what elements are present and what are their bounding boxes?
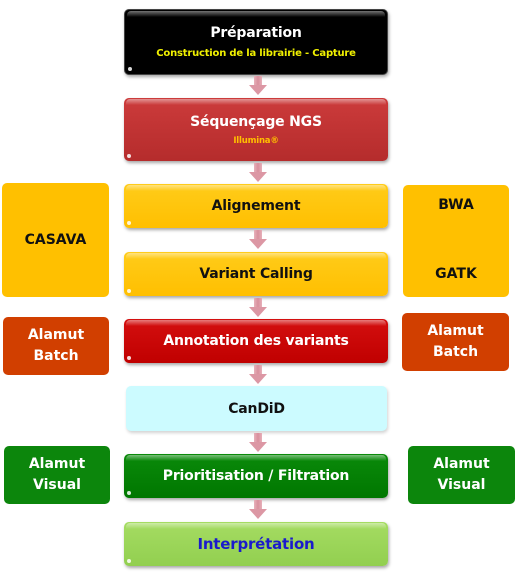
step-interpretation: Interprétation bbox=[124, 522, 388, 566]
tool-bwa-label: BWA bbox=[438, 197, 474, 213]
tool-alamut-visual-right: Alamut Visual bbox=[408, 446, 515, 504]
down-arrow-icon bbox=[249, 433, 267, 453]
step-preparation: Préparation Construction de la librairie… bbox=[124, 9, 388, 75]
down-arrow-icon bbox=[249, 298, 267, 318]
step-alignment: Alignement bbox=[124, 184, 388, 228]
tool-alamut-batch-left: Alamut Batch bbox=[3, 317, 109, 375]
step-variant-calling-title: Variant Calling bbox=[199, 266, 313, 282]
tool-label-line: Visual bbox=[437, 477, 486, 493]
step-preparation-title: Préparation bbox=[210, 25, 302, 41]
tool-casava-label: CASAVA bbox=[24, 231, 87, 248]
tool-label-line: Visual bbox=[33, 477, 81, 493]
tool-alamut-visual-left: Alamut Visual bbox=[4, 446, 110, 504]
step-prioritisation-title: Prioritisation / Filtration bbox=[162, 468, 350, 484]
tool-label-line: Alamut bbox=[433, 456, 490, 472]
down-arrow-icon bbox=[249, 163, 267, 183]
step-prioritisation: Prioritisation / Filtration bbox=[124, 454, 388, 498]
step-sequencing: Séquençage NGS Illumina® bbox=[124, 98, 388, 161]
step-annotation-title: Annotation des variants bbox=[163, 333, 349, 349]
step-sequencing-subtitle: Illumina® bbox=[233, 135, 279, 146]
step-variant-calling: Variant Calling bbox=[124, 252, 388, 296]
step-preparation-subtitle: Construction de la librairie - Capture bbox=[156, 48, 356, 59]
tool-gatk-label: GATK bbox=[435, 266, 477, 282]
step-sequencing-title: Séquençage NGS bbox=[190, 113, 322, 130]
step-alignment-title: Alignement bbox=[211, 198, 301, 214]
tool-label-line: Alamut bbox=[27, 327, 85, 343]
step-interpretation-title: Interprétation bbox=[197, 535, 315, 553]
tool-label-line: Alamut bbox=[427, 323, 484, 339]
tool-alamut-batch-right: Alamut Batch bbox=[402, 313, 509, 371]
step-candid: CanDiD bbox=[126, 386, 387, 431]
tool-casava: CASAVA bbox=[2, 183, 109, 297]
tool-label-line: Batch bbox=[432, 344, 479, 360]
down-arrow-icon bbox=[249, 365, 267, 385]
down-arrow-icon bbox=[249, 230, 267, 250]
tool-label-line: Alamut bbox=[28, 456, 86, 472]
tool-label-line: Batch bbox=[33, 348, 79, 364]
step-candid-title: CanDiD bbox=[228, 400, 285, 417]
down-arrow-icon bbox=[249, 500, 267, 520]
step-annotation: Annotation des variants bbox=[124, 319, 388, 363]
tool-bwa-gatk: BWA GATK bbox=[403, 185, 509, 297]
down-arrow-icon bbox=[249, 76, 267, 96]
